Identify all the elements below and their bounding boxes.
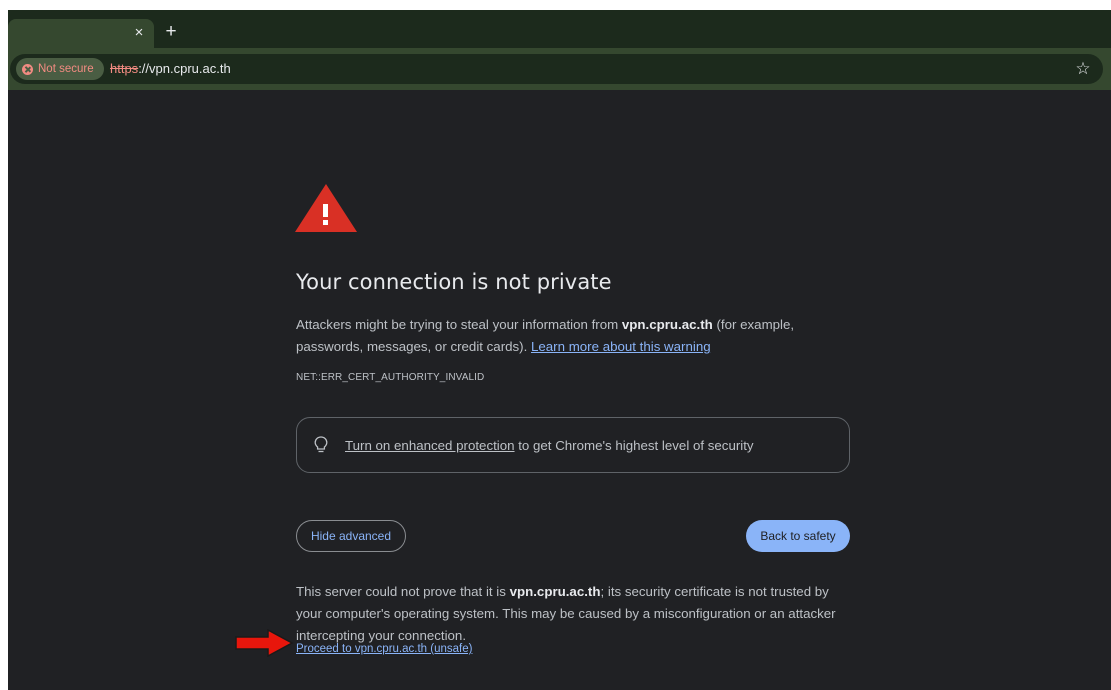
hide-advanced-button[interactable]: Hide advanced <box>296 520 406 552</box>
not-secure-chip[interactable]: Not secure <box>16 58 104 80</box>
details-domain: vpn.cpru.ac.th <box>509 584 601 599</box>
url-host: ://vpn.cpru.ac.th <box>138 61 231 76</box>
window-frame-left <box>0 10 8 690</box>
browser-tab[interactable]: × <box>8 19 154 48</box>
back-to-safety-button[interactable]: Back to safety <box>746 520 850 552</box>
new-tab-button[interactable]: + <box>161 22 181 42</box>
page-title: Your connection is not private <box>296 270 612 294</box>
red-arrow-annotation <box>235 629 294 657</box>
browser-toolbar: Not secure https://vpn.cpru.ac.th ☆ <box>8 48 1111 90</box>
proceed-unsafe-link[interactable]: Proceed to vpn.cpru.ac.th (unsafe) <box>296 643 472 655</box>
warning-triangle-icon <box>295 184 357 232</box>
enhanced-protection-text: Turn on enhanced protection to get Chrom… <box>345 438 754 453</box>
bookmark-star-icon[interactable]: ☆ <box>1072 58 1094 80</box>
error-circle-icon <box>22 63 33 75</box>
enhanced-protection-suffix: to get Chrome's highest level of securit… <box>514 437 754 453</box>
warning-description: Attackers might be trying to steal your … <box>296 314 856 358</box>
enhanced-protection-link[interactable]: Turn on enhanced protection <box>345 438 515 453</box>
lightbulb-icon <box>314 436 328 453</box>
url-scheme: https <box>110 61 139 76</box>
enhanced-protection-box: Turn on enhanced protection to get Chrom… <box>296 417 850 473</box>
error-code: NET::ERR_CERT_AUTHORITY_INVALID <box>296 372 485 383</box>
not-secure-label: Not secure <box>38 63 94 75</box>
description-domain: vpn.cpru.ac.th <box>621 317 713 332</box>
close-tab-icon[interactable]: × <box>130 24 148 42</box>
advanced-details: This server could not prove that it is v… <box>296 581 856 647</box>
learn-more-link[interactable]: Learn more about this warning <box>531 339 711 354</box>
tab-strip: × + <box>8 10 1111 48</box>
details-prefix: This server could not prove that it is <box>296 584 510 599</box>
url-text[interactable]: https://vpn.cpru.ac.th <box>110 54 231 84</box>
description-prefix: Attackers might be trying to steal your … <box>296 317 622 332</box>
address-bar[interactable]: Not secure https://vpn.cpru.ac.th ☆ <box>10 54 1103 84</box>
window-frame-top <box>0 0 1111 10</box>
